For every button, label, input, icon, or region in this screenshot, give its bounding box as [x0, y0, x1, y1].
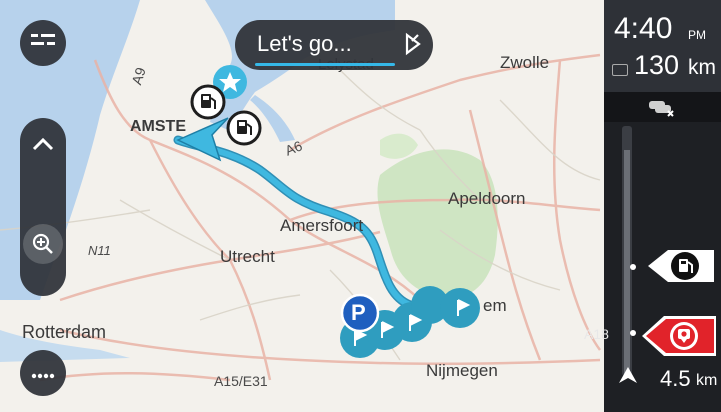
instruction-banner[interactable]: Let's go... [235, 20, 433, 70]
distance-unit: km [688, 56, 716, 79]
chevron-up-icon[interactable] [32, 136, 54, 155]
road-label-n11: N11 [88, 243, 111, 258]
remaining-distance: 130 [634, 50, 680, 80]
city-label-apeldoorn: Apeldoorn [448, 189, 526, 208]
fuel-station-icon[interactable] [648, 247, 716, 285]
zoom-control [20, 118, 66, 296]
fuel-station-icon [190, 84, 226, 120]
fuel-station-icon [226, 110, 262, 146]
route-bar-panel: 4:40 PM 130 km A18 4.5 km [584, 0, 721, 412]
route-bar-progress [624, 150, 630, 376]
road-number: A18 [584, 326, 609, 342]
parking-letter: P [351, 300, 366, 325]
arrival-info[interactable]: 4:40 PM 130 km [604, 0, 721, 92]
city-label-zwolle: Zwolle [500, 53, 550, 72]
position-chevron-icon [618, 366, 638, 388]
city-label-nijmegen: Nijmegen [426, 361, 498, 380]
arrival-time: 4:40 [614, 12, 673, 45]
route-bar-dot [630, 330, 636, 336]
arrival-ampm: PM [688, 28, 706, 42]
city-label-arnhem: em [483, 296, 507, 315]
city-label-amsterdam: AMSTE [130, 118, 186, 135]
road-label-a15: A15/E31 [214, 373, 268, 389]
more-dots-icon [31, 364, 55, 383]
city-label-utrecht: Utrecht [220, 247, 275, 266]
flag-icon [612, 64, 628, 76]
route-options-icon [31, 32, 55, 54]
zoom-in-icon[interactable] [23, 224, 63, 264]
banner-text: Let's go... [257, 31, 352, 56]
navigation-screen: P AMSTE Lelystad Zwolle Apeldoorn Amersf… [0, 0, 721, 412]
city-label-rotterdam: Rotterdam [22, 322, 107, 342]
route-options-button[interactable] [20, 20, 66, 66]
next-event-unit: km [696, 372, 718, 389]
banner-progress [255, 63, 395, 66]
route-bar-dot [630, 264, 636, 270]
speed-camera-icon[interactable] [642, 314, 718, 358]
more-button[interactable] [20, 350, 66, 396]
voice-icon[interactable] [401, 31, 427, 57]
next-event-distance: 4.5 [660, 366, 691, 391]
traffic-car-icon [646, 96, 676, 122]
city-label-amersfoort: Amersfoort [280, 216, 364, 235]
traffic-header[interactable] [604, 92, 721, 122]
